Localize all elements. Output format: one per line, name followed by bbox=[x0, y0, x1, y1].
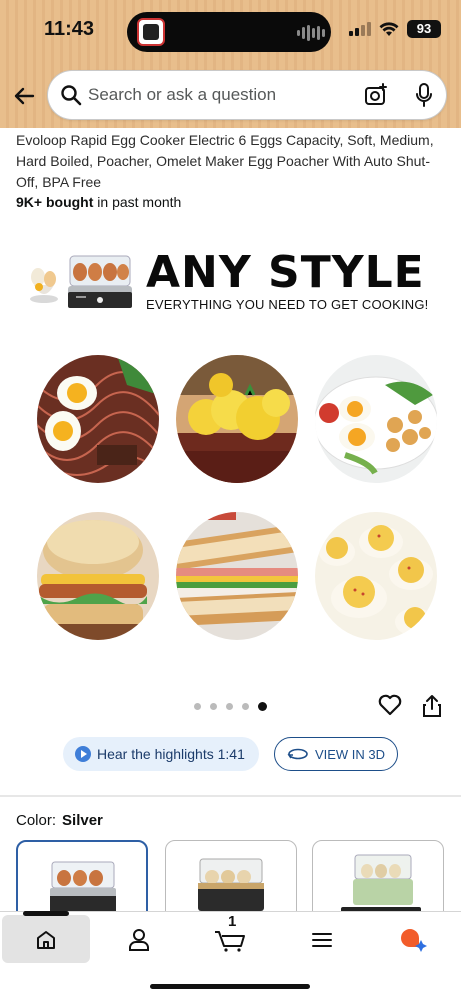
hero-headline: ANY STYLE bbox=[146, 247, 425, 298]
rufus-assistant-icon[interactable] bbox=[398, 926, 428, 952]
pasta-salad-image bbox=[315, 355, 437, 483]
back-arrow-icon[interactable] bbox=[12, 84, 36, 108]
camera-search-icon[interactable] bbox=[364, 83, 388, 107]
club-sandwich-image bbox=[176, 512, 298, 640]
search-icon bbox=[61, 85, 82, 106]
status-time: 11:43 bbox=[44, 18, 95, 40]
view-in-3d-button[interactable]: VIEW IN 3D bbox=[274, 737, 398, 771]
noodle-bowl-image bbox=[37, 355, 159, 483]
view-in-3d-label: VIEW IN 3D bbox=[314, 746, 386, 762]
product-title[interactable]: Evoloop Rapid Egg Cooker Electric 6 Eggs… bbox=[16, 130, 446, 193]
status-indicators: 93 bbox=[349, 20, 441, 38]
search-bar[interactable] bbox=[48, 71, 446, 119]
dynamic-island bbox=[127, 12, 331, 52]
egg-cup-illustration bbox=[30, 268, 58, 303]
home-icon bbox=[37, 931, 55, 949]
color-selector-label: Color: Silver bbox=[16, 812, 103, 829]
section-divider bbox=[0, 795, 461, 797]
hear-highlights-button[interactable]: Hear the highlights 1:41 bbox=[63, 737, 259, 771]
battery-indicator: 93 bbox=[407, 20, 441, 38]
now-playing-app-icon bbox=[137, 18, 165, 46]
color-label: Color: bbox=[16, 812, 57, 829]
microphone-icon[interactable] bbox=[414, 82, 434, 108]
purchase-count: 9K+ bought in past month bbox=[16, 194, 181, 210]
scrambled-eggs-toast-image bbox=[176, 355, 298, 483]
menu-icon[interactable] bbox=[312, 932, 332, 948]
hear-highlights-label: Hear the highlights 1:41 bbox=[97, 746, 245, 762]
carousel-dot[interactable] bbox=[194, 703, 201, 710]
wishlist-heart-icon[interactable] bbox=[378, 694, 402, 716]
bought-count: 9K+ bought bbox=[16, 194, 94, 210]
app-frame: 11:43 93 Search or ask a question Evoloo… bbox=[0, 0, 461, 1000]
rotate-3d-icon bbox=[287, 748, 308, 760]
audio-wave-icon bbox=[297, 24, 327, 42]
carousel-dot[interactable] bbox=[210, 703, 217, 710]
egg-cooker-product-image bbox=[68, 255, 132, 308]
selected-color: Silver bbox=[62, 812, 103, 829]
bought-suffix: in past month bbox=[97, 194, 182, 210]
cell-signal-icon bbox=[349, 22, 371, 36]
cart-icon[interactable] bbox=[214, 930, 246, 952]
home-indicator bbox=[150, 984, 310, 989]
breakfast-sandwich-image bbox=[37, 512, 159, 640]
cart-count-badge: 1 bbox=[228, 913, 237, 930]
carousel-dot[interactable] bbox=[242, 703, 249, 710]
header: 11:43 93 bbox=[0, 0, 461, 128]
deviled-eggs-image bbox=[315, 512, 437, 640]
carousel-dot[interactable] bbox=[226, 703, 233, 710]
hero-subline: EVERYTHING YOU NEED TO GET COOKING! bbox=[146, 297, 429, 312]
share-icon[interactable] bbox=[422, 694, 442, 718]
audio-play-icon bbox=[75, 746, 91, 762]
wifi-icon bbox=[379, 21, 399, 36]
search-input[interactable] bbox=[88, 81, 338, 109]
account-icon[interactable] bbox=[128, 928, 150, 952]
carousel-indicator bbox=[194, 702, 267, 711]
carousel-dot-active[interactable] bbox=[258, 702, 267, 711]
nav-home-tab[interactable] bbox=[2, 911, 90, 963]
